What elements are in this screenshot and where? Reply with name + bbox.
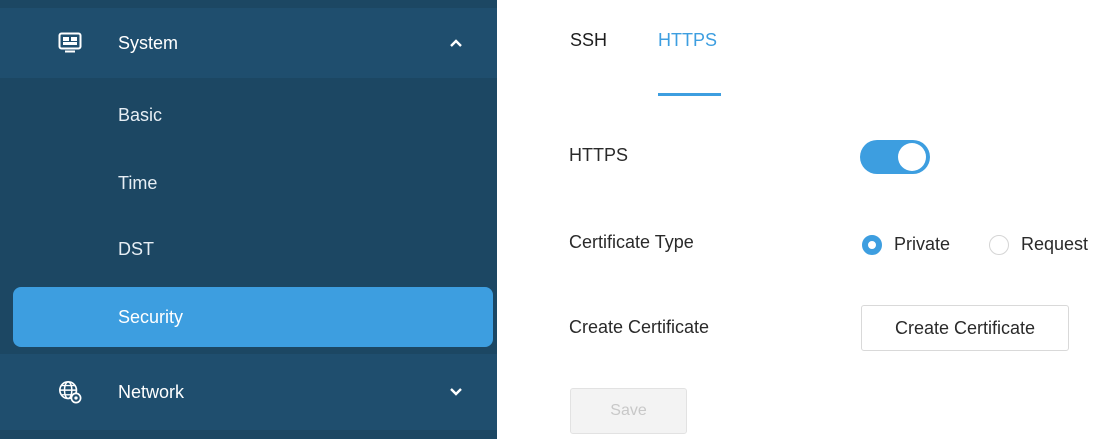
certificate-type-label: Certificate Type [569, 232, 694, 252]
https-label: HTTPS [569, 145, 629, 165]
tab-https[interactable]: HTTPS [658, 30, 717, 51]
toggle-knob [898, 143, 926, 171]
globe-gear-icon [58, 380, 82, 404]
radio-unchecked-icon [989, 234, 1009, 255]
tab-ssh[interactable]: SSH [570, 30, 607, 51]
sidebar-item-label: Security [118, 306, 184, 327]
chevron-down-icon[interactable] [448, 384, 464, 400]
sidebar-item-dst[interactable]: DST [0, 216, 497, 282]
sidebar-item-basic[interactable]: Basic [0, 82, 497, 148]
chevron-up-icon[interactable] [448, 35, 464, 51]
active-tab-indicator [658, 93, 721, 96]
monitor-icon [58, 31, 82, 55]
sidebar-item-label: Basic [118, 104, 163, 125]
radio-label: Request [1021, 234, 1089, 254]
sidebar-group-system[interactable]: System [0, 8, 497, 78]
https-toggle[interactable] [860, 140, 930, 174]
divider [497, 0, 515, 439]
create-certificate-button[interactable]: Create Certificate [861, 305, 1069, 351]
sidebar-item-time[interactable]: Time [0, 150, 497, 216]
sidebar-group-network[interactable]: Network [0, 354, 497, 430]
sidebar-item-security[interactable]: Security [13, 287, 493, 347]
create-certificate-label: Create Certificate [569, 317, 710, 337]
sidebar-item-label: Time [118, 172, 158, 193]
sidebar-group-label: Network [118, 381, 185, 402]
save-button[interactable]: Save [570, 388, 687, 434]
sidebar: System Basic Time DST Security Network [0, 0, 497, 439]
radio-label: Private [894, 234, 951, 254]
sidebar-group-label: System [118, 32, 179, 53]
radio-private[interactable]: Private [862, 234, 950, 255]
radio-request[interactable]: Request [989, 234, 1088, 255]
radio-checked-icon [862, 234, 882, 255]
sidebar-item-label: DST [118, 238, 154, 259]
